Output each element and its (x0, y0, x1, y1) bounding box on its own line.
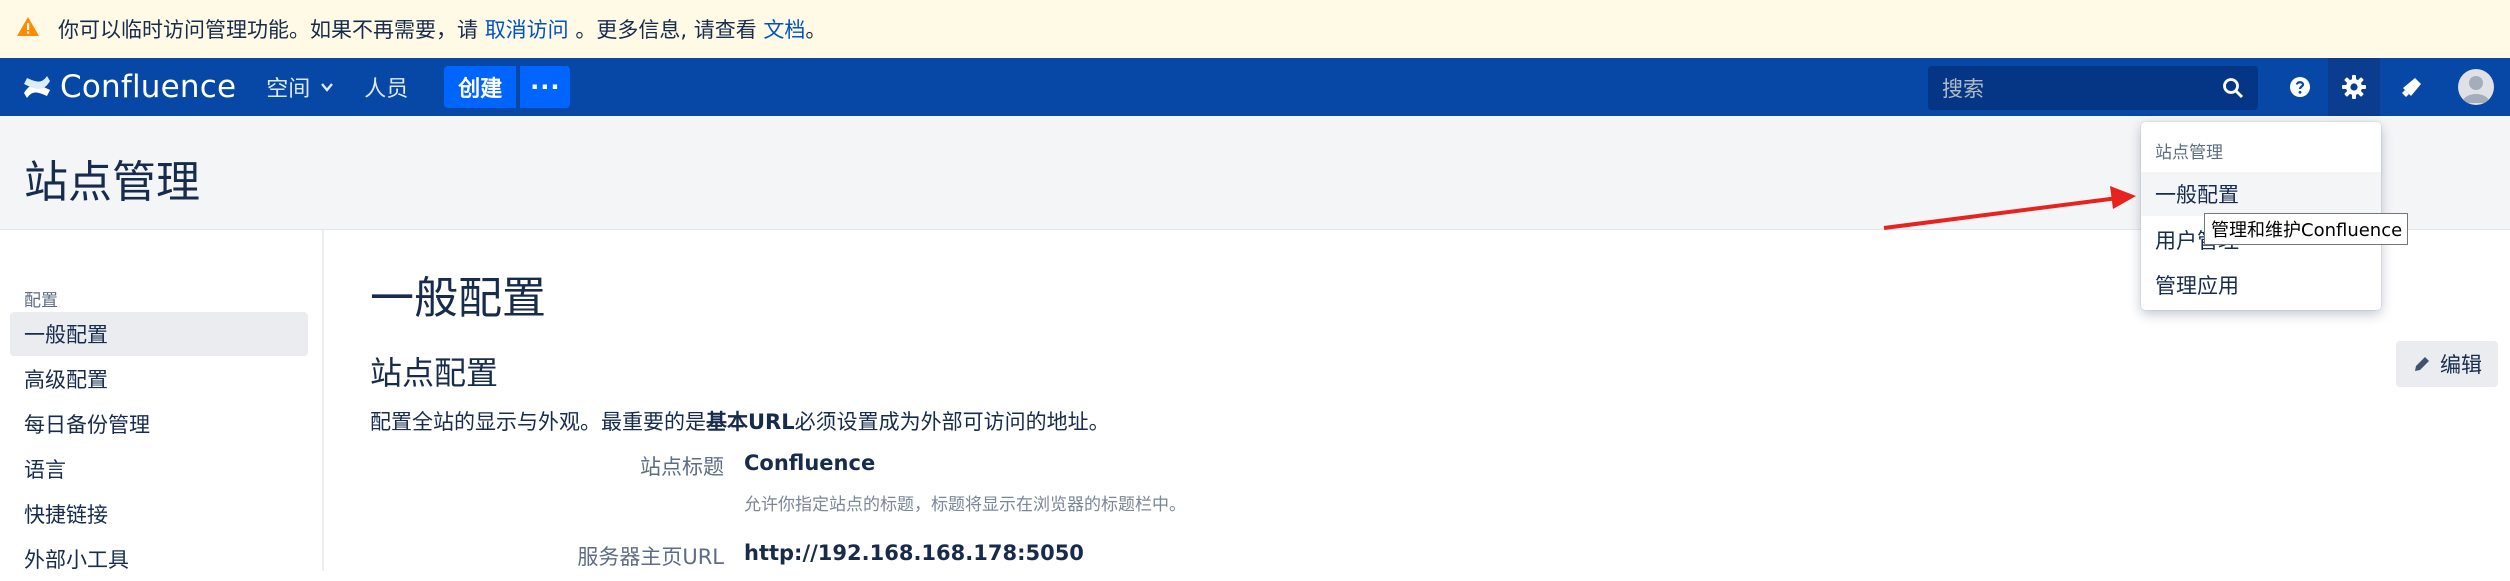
sidebar-item-shortcut-links[interactable]: 快捷链接 (10, 492, 308, 536)
sidebar-item-general-config[interactable]: 一般配置 (10, 312, 308, 356)
dropdown-heading: 站点管理 (2155, 143, 2223, 163)
confluence-logo-icon (24, 76, 50, 98)
desc-text-2: 必须设置成为外部可访问的地址。 (794, 410, 1110, 434)
docs-link[interactable]: 文档 (763, 14, 805, 44)
section-description: 配置全站的显示与外观。最重要的是基本URL必须设置成为外部可访问的地址。 (370, 406, 1110, 436)
server-url-value: http://192.168.168.178:5050 (744, 541, 1084, 565)
banner-text-1: 你可以临时访问管理功能。如果不再需要，请 (58, 18, 485, 42)
site-title-help: 允许你指定站点的标题，标题将显示在浏览器的标题栏中。 (744, 495, 1186, 515)
server-url-label: 服务器主页URL (577, 545, 724, 569)
spaces-label: 空间 (266, 77, 311, 102)
spaces-menu[interactable]: 空间 (266, 71, 334, 103)
admin-sidebar: 配置 一般配置 高级配置 每日备份管理 语言 快捷链接 外部小工具 (0, 230, 324, 572)
dropdown-item-general-config[interactable]: 一般配置 (2141, 172, 2381, 216)
main-title: 一般配置 (370, 273, 546, 324)
page-header: 站点管理 (0, 116, 2510, 230)
page-title: 站点管理 (24, 157, 200, 208)
settings-button[interactable] (2328, 58, 2380, 116)
search-icon (2223, 78, 2244, 99)
cancel-access-link[interactable]: 取消访问 (485, 14, 569, 44)
tooltip: 管理和维护Confluence (2204, 213, 2408, 245)
gear-icon (2342, 75, 2366, 99)
user-icon (2462, 76, 2490, 103)
create-more-button[interactable]: ··· (520, 66, 571, 108)
banner-text-2: 。更多信息, 请查看 (568, 18, 764, 42)
pencil-icon (2415, 357, 2429, 371)
warning-icon (17, 17, 39, 36)
help-icon (2290, 77, 2310, 97)
sidebar-item-advanced-config[interactable]: 高级配置 (10, 357, 308, 401)
banner-text-3: 。 (805, 18, 827, 42)
warning-banner: 你可以临时访问管理功能。如果不再需要，请 取消访问 。更多信息, 请查看 文档 … (0, 0, 2510, 58)
section-title: 站点配置 (370, 354, 499, 392)
sidebar-section-heading: 配置 (24, 291, 58, 311)
dropdown-item-manage-apps[interactable]: 管理应用 (2141, 263, 2381, 307)
site-title-value: Confluence (744, 451, 876, 475)
search-placeholder: 搜索 (1942, 77, 1984, 101)
people-link[interactable]: 人员 (364, 71, 408, 103)
site-title-label: 站点标题 (640, 455, 724, 479)
top-navigation: Confluence 空间 人员 创建 ··· 搜索 (0, 58, 2510, 116)
desc-base-url: 基本URL (706, 410, 795, 434)
help-button[interactable] (2274, 58, 2326, 116)
desc-text-1: 配置全站的显示与外观。最重要的是 (370, 410, 706, 434)
confluence-logo[interactable]: Confluence (22, 69, 236, 105)
megaphone-icon (2402, 78, 2421, 97)
notifications-button[interactable] (2386, 58, 2438, 116)
sidebar-item-external-gadgets[interactable]: 外部小工具 (10, 537, 308, 581)
brand-name: Confluence (60, 69, 237, 105)
sidebar-item-backup[interactable]: 每日备份管理 (10, 402, 308, 446)
edit-label: 编辑 (2440, 353, 2482, 377)
user-avatar[interactable] (2458, 69, 2494, 105)
create-button[interactable]: 创建 (444, 66, 517, 108)
sidebar-item-language[interactable]: 语言 (10, 447, 308, 491)
search-input[interactable]: 搜索 (1928, 66, 2258, 110)
edit-button[interactable]: 编辑 (2396, 341, 2498, 387)
chevron-down-icon (321, 83, 334, 92)
